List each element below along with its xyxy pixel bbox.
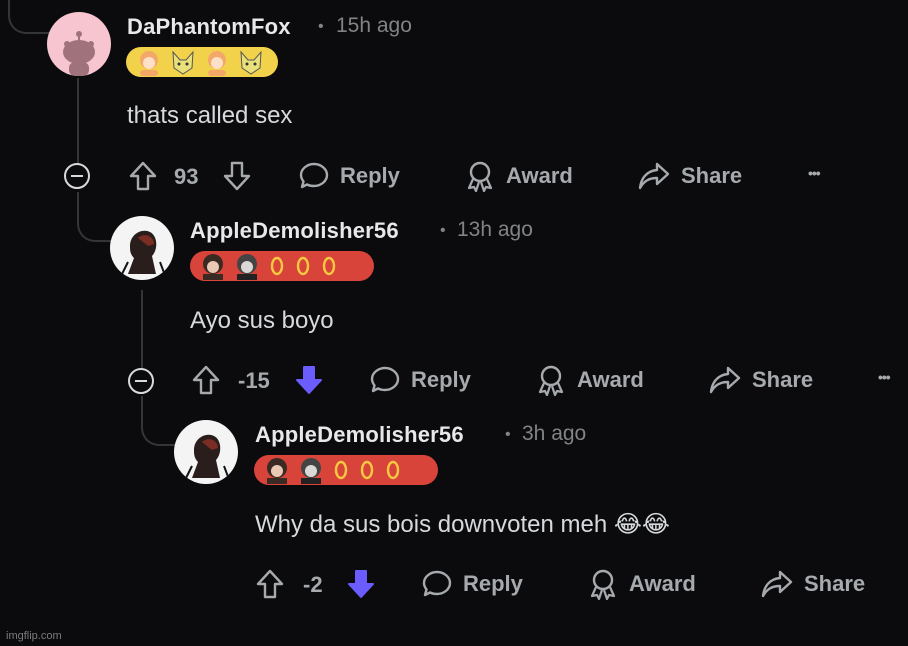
thread-connector (141, 396, 177, 446)
gem-flair-icon (267, 256, 287, 276)
award-ribbon-icon (590, 569, 616, 600)
reddit-snoo-icon (63, 31, 95, 76)
gem-flair-icon (293, 256, 313, 276)
upvote-button[interactable] (255, 568, 285, 600)
upvote-button[interactable] (128, 160, 158, 192)
character-flair-icon (301, 458, 321, 484)
share-label: Share (681, 163, 743, 188)
watermark: imgflip.com (6, 630, 62, 642)
share-label: Share (804, 571, 866, 596)
character-flair-icon (267, 458, 287, 484)
share-button[interactable]: Share (708, 364, 813, 396)
avatar[interactable] (110, 216, 174, 280)
collapse-thread-button[interactable] (128, 368, 154, 394)
user-flair (254, 455, 438, 485)
award-label: Award (629, 571, 696, 596)
downvote-arrow-icon (223, 161, 251, 191)
anime-girl-flair-icon (140, 51, 158, 76)
gem-flair-icon (383, 460, 403, 480)
username[interactable]: AppleDemolisher56 (190, 218, 399, 244)
share-arrow-icon (761, 570, 793, 598)
award-button[interactable]: Award (535, 364, 644, 396)
more-options-button[interactable]: ••• (808, 165, 821, 181)
comment-body: Why da sus bois downvoten meh 😂😂 (255, 511, 670, 538)
speech-bubble-icon (299, 162, 329, 189)
vote-count: -15 (238, 368, 270, 393)
speech-bubble-icon (370, 366, 400, 393)
user-avatar-icon (119, 230, 167, 279)
avatar[interactable] (47, 12, 111, 76)
award-label: Award (577, 367, 644, 392)
award-label: Award (506, 163, 573, 188)
reply-label: Reply (411, 367, 471, 392)
reply-button[interactable]: Reply (421, 568, 523, 600)
downvote-arrow-filled-icon (296, 366, 322, 394)
award-ribbon-icon (538, 365, 564, 396)
anime-girl-flair-icon (208, 51, 226, 76)
collapse-thread-button[interactable] (64, 163, 90, 189)
thread-line (141, 290, 143, 368)
downvote-button[interactable] (222, 160, 252, 192)
character-flair-icon (237, 254, 257, 280)
downvote-arrow-filled-icon (348, 570, 374, 598)
share-button[interactable]: Share (637, 160, 742, 192)
vote-count: -2 (303, 572, 323, 597)
separator-dot: • (505, 426, 511, 443)
more-options-button[interactable]: ••• (878, 369, 891, 385)
reply-label: Reply (463, 571, 523, 596)
separator-dot: • (440, 222, 446, 239)
fox-flair-icon (240, 50, 262, 75)
user-avatar-icon (183, 434, 231, 483)
character-flair-icon (203, 254, 223, 280)
upvote-arrow-icon (192, 365, 220, 395)
reply-label: Reply (340, 163, 400, 188)
gem-flair-icon (331, 460, 351, 480)
username[interactable]: DaPhantomFox (127, 14, 291, 40)
award-button[interactable]: Award (587, 568, 696, 600)
downvote-button[interactable] (294, 364, 324, 396)
user-flair (190, 251, 374, 281)
award-ribbon-icon (467, 161, 493, 192)
downvote-button[interactable] (346, 568, 376, 600)
comment-body: Ayo sus boyo (190, 307, 334, 334)
timestamp: 3h ago (522, 422, 587, 445)
username[interactable]: AppleDemolisher56 (255, 422, 464, 448)
share-label: Share (752, 367, 814, 392)
separator-dot: • (318, 18, 324, 35)
share-button[interactable]: Share (760, 568, 865, 600)
thread-connector (77, 192, 113, 242)
avatar[interactable] (174, 420, 238, 484)
share-arrow-icon (638, 162, 670, 190)
thread-connector (8, 0, 50, 34)
gem-flair-icon (357, 460, 377, 480)
fox-flair-icon (172, 50, 194, 75)
upvote-arrow-icon (256, 569, 284, 599)
vote-count: 93 (174, 164, 199, 189)
user-flair (126, 47, 278, 77)
speech-bubble-icon (422, 570, 452, 597)
upvote-arrow-icon (129, 161, 157, 191)
reply-button[interactable]: Reply (298, 160, 400, 192)
timestamp: 15h ago (336, 14, 412, 37)
award-button[interactable]: Award (464, 160, 573, 192)
reply-button[interactable]: Reply (369, 364, 471, 396)
upvote-button[interactable] (191, 364, 221, 396)
share-arrow-icon (709, 366, 741, 394)
comment-body: thats called sex (127, 102, 293, 129)
gem-flair-icon (319, 256, 339, 276)
thread-line (77, 78, 79, 164)
timestamp: 13h ago (457, 218, 533, 241)
